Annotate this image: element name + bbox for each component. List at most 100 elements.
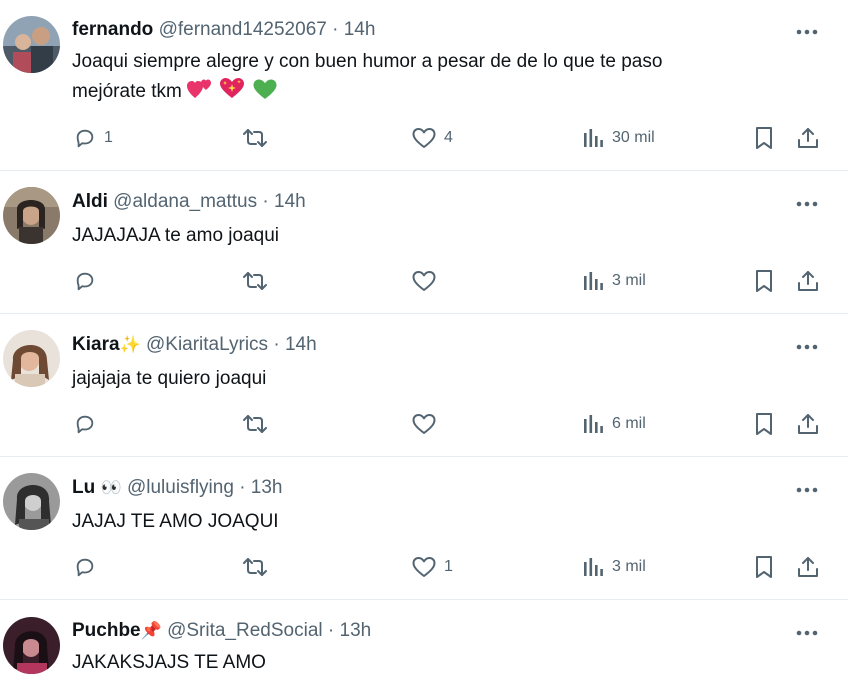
tweet-text-line: JAJAJ TE AMO JOAQUI xyxy=(72,511,279,532)
retweet-icon xyxy=(242,127,268,149)
timestamp[interactable]: 13h xyxy=(340,620,372,641)
tweet-text: JAJAJ TE AMO JOAQUI xyxy=(72,508,279,536)
share-button[interactable] xyxy=(796,123,820,153)
tweet-text: JAKAKSJAJS TE AMO xyxy=(72,649,266,677)
action-bar: 3 mil xyxy=(0,266,848,296)
like-button[interactable]: 1 xyxy=(412,552,453,582)
views-count: 3 mil xyxy=(612,272,646,289)
like-button[interactable]: 4 xyxy=(412,123,453,153)
separator-dot: · xyxy=(273,334,280,355)
separator-dot: · xyxy=(239,477,246,498)
views-icon xyxy=(582,556,604,578)
timestamp[interactable]: 14h xyxy=(274,191,306,212)
share-button[interactable] xyxy=(796,409,820,439)
tweet-text: Joaqui siempre alegre y con buen humor a… xyxy=(72,48,662,109)
user-handle[interactable]: @Srita_RedSocial xyxy=(167,620,323,641)
pushpin-icon: 📌 xyxy=(140,621,162,641)
sparkles-icon: ✨ xyxy=(119,335,141,355)
share-icon xyxy=(796,269,820,293)
avatar[interactable] xyxy=(3,473,60,530)
more-options-icon[interactable] xyxy=(794,22,820,42)
reply-feed: fernando @fernand14252067 · 14h Joaqui s… xyxy=(0,0,862,696)
more-options-icon[interactable] xyxy=(794,194,820,214)
tweet[interactable]: Lu 👀 @luluisflying · 13h JAJAJ TE AMO JO… xyxy=(0,456,848,600)
heart-icon xyxy=(412,270,436,292)
like-button[interactable] xyxy=(412,409,444,439)
views-button[interactable]: 6 mil xyxy=(582,409,646,439)
views-button[interactable]: 30 mil xyxy=(582,123,655,153)
reply-button[interactable]: 1 xyxy=(74,123,113,153)
green-heart-icon xyxy=(252,78,278,109)
timestamp[interactable]: 14h xyxy=(285,334,317,355)
reply-button[interactable] xyxy=(74,266,104,296)
tweet-header: Puchbe📌 @Srita_RedSocial · 13h xyxy=(72,619,371,643)
share-icon xyxy=(796,126,820,150)
share-button[interactable] xyxy=(796,552,820,582)
tweet[interactable]: Kiara✨ @KiaritaLyrics · 14h jajajaja te … xyxy=(0,313,848,457)
tweet-text-line-row: mejórate tkm xyxy=(72,76,662,109)
bookmark-button[interactable] xyxy=(753,552,775,582)
views-icon xyxy=(582,127,604,149)
display-name[interactable]: Kiara xyxy=(72,334,120,355)
timestamp[interactable]: 14h xyxy=(344,19,376,40)
action-bar: 1 3 mil xyxy=(0,552,848,582)
retweet-icon xyxy=(242,413,268,435)
separator-dot: · xyxy=(262,191,269,212)
reply-icon xyxy=(74,270,96,292)
views-count: 3 mil xyxy=(612,558,646,575)
retweet-button[interactable] xyxy=(242,123,276,153)
tweet-text-line: Joaqui siempre alegre y con buen humor a… xyxy=(72,51,663,72)
display-name[interactable]: Aldi xyxy=(72,191,108,212)
bookmark-icon xyxy=(753,555,775,579)
user-handle[interactable]: @aldana_mattus xyxy=(113,191,257,212)
tweet-header: fernando @fernand14252067 · 14h xyxy=(72,18,375,42)
more-options-icon[interactable] xyxy=(794,623,820,643)
display-name[interactable]: Lu xyxy=(72,477,95,498)
heart-icon xyxy=(412,127,436,149)
share-button[interactable] xyxy=(796,266,820,296)
bookmark-button[interactable] xyxy=(753,266,775,296)
tweet[interactable]: Puchbe📌 @Srita_RedSocial · 13h JAKAKSJAJ… xyxy=(0,599,848,696)
heart-icon xyxy=(412,556,436,578)
separator-dot: · xyxy=(327,620,335,641)
timestamp[interactable]: 13h xyxy=(251,477,283,498)
retweet-icon xyxy=(242,270,268,292)
two-hearts-icon xyxy=(187,78,213,109)
reply-icon xyxy=(74,556,96,578)
views-button[interactable]: 3 mil xyxy=(582,552,646,582)
reply-button[interactable] xyxy=(74,552,104,582)
bookmark-icon xyxy=(753,412,775,436)
reply-icon xyxy=(74,413,96,435)
bookmark-button[interactable] xyxy=(753,409,775,439)
views-count: 6 mil xyxy=(612,415,646,432)
retweet-button[interactable] xyxy=(242,266,276,296)
views-button[interactable]: 3 mil xyxy=(582,266,646,296)
tweet-text-line: JAJAJAJA te amo joaqui xyxy=(72,225,279,246)
avatar[interactable] xyxy=(3,187,60,244)
more-options-icon[interactable] xyxy=(794,480,820,500)
avatar[interactable] xyxy=(3,16,60,73)
avatar[interactable] xyxy=(3,617,60,674)
tweet-text-line: JAKAKSJAJS TE AMO xyxy=(72,652,266,673)
display-name[interactable]: fernando xyxy=(72,19,153,40)
retweet-button[interactable] xyxy=(242,552,276,582)
like-count: 4 xyxy=(444,129,453,146)
avatar[interactable] xyxy=(3,330,60,387)
tweet[interactable]: fernando @fernand14252067 · 14h Joaqui s… xyxy=(0,0,848,171)
share-icon xyxy=(796,555,820,579)
action-bar: 1 4 30 mil xyxy=(0,123,848,153)
user-handle[interactable]: @luluisflying xyxy=(127,477,234,498)
tweet-text: jajajaja te quiero joaqui xyxy=(72,365,266,393)
like-button[interactable] xyxy=(412,266,444,296)
reply-count: 1 xyxy=(104,129,113,146)
user-handle[interactable]: @KiaritaLyrics xyxy=(146,334,268,355)
reply-button[interactable] xyxy=(74,409,104,439)
tweet-text-line: mejórate tkm xyxy=(72,81,182,102)
tweet[interactable]: Aldi @aldana_mattus · 14h JAJAJAJA te am… xyxy=(0,170,848,314)
retweet-icon xyxy=(242,556,268,578)
more-options-icon[interactable] xyxy=(794,337,820,357)
user-handle[interactable]: @fernand14252067 xyxy=(159,19,327,40)
bookmark-button[interactable] xyxy=(753,123,775,153)
retweet-button[interactable] xyxy=(242,409,276,439)
display-name[interactable]: Puchbe xyxy=(72,620,141,641)
